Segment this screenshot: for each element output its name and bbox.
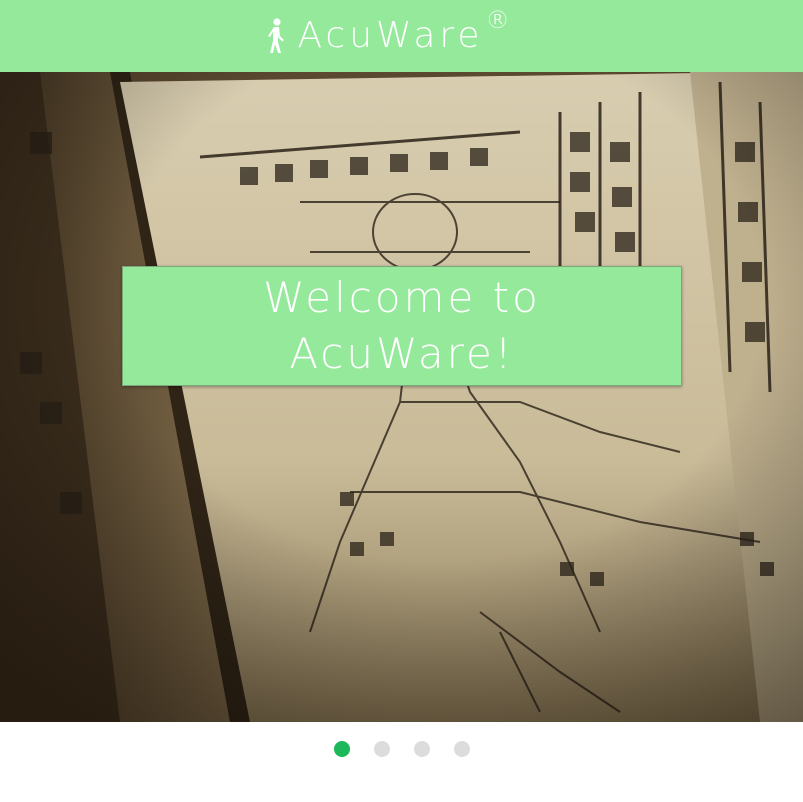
carousel-dot-1[interactable] (333, 741, 350, 757)
walking-person-icon (265, 18, 287, 54)
carousel-dot-4[interactable] (453, 741, 470, 757)
brand-name: AcuWare® (297, 6, 514, 56)
carousel-dots (0, 722, 803, 776)
hero-banner: Welcome to AcuWare! (0, 72, 803, 722)
welcome-text: Welcome to AcuWare! (263, 273, 541, 378)
app-root: AcuWare® Welcome to AcuWare! (0, 0, 803, 802)
ancient-acupuncture-chart-image (0, 72, 803, 722)
brand[interactable]: AcuWare® (265, 6, 514, 56)
carousel-dot-3[interactable] (413, 741, 430, 757)
welcome-banner: Welcome to AcuWare! (122, 266, 682, 386)
carousel-dot-2[interactable] (373, 741, 390, 757)
header-bar: AcuWare® (0, 0, 803, 72)
registered-mark: ® (485, 6, 514, 34)
